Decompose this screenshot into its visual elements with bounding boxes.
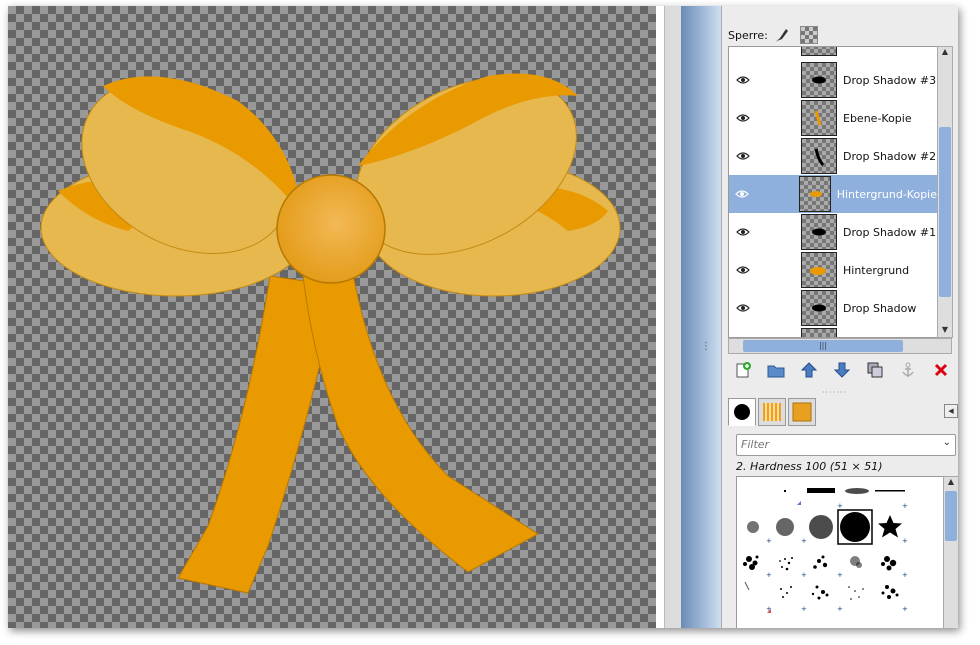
- scroll-up-icon[interactable]: ▲: [944, 477, 958, 489]
- layer-thumbnail: [801, 100, 837, 136]
- layer-thumbnail: [801, 62, 837, 98]
- eye-icon[interactable]: [735, 151, 751, 161]
- layer-thumbnail: [801, 252, 837, 288]
- layer-row[interactable]: Hintergrund-Kopie: [729, 175, 937, 213]
- layers-vertical-scrollbar[interactable]: ▲ ▼: [937, 46, 953, 338]
- scroll-thumb[interactable]: [939, 127, 951, 297]
- lower-layer-icon[interactable]: [831, 359, 853, 381]
- layer-name: Drop Shadow #1: [843, 225, 937, 239]
- canvas-border: [656, 6, 664, 628]
- eye-icon[interactable]: [735, 189, 749, 199]
- tab-patterns[interactable]: [758, 398, 786, 426]
- eye-icon[interactable]: [735, 303, 751, 313]
- svg-text:+: +: [801, 537, 807, 545]
- new-group-icon[interactable]: [765, 359, 787, 381]
- brush-filter-field[interactable]: ⌄: [736, 434, 956, 456]
- svg-text:+: +: [801, 605, 807, 613]
- layers-list[interactable]: Drop Shadow #3 Ebene-Kopie Drop Shadow #2 H…: [728, 46, 938, 338]
- brush-tabs: [728, 398, 818, 426]
- layer-row[interactable]: Hintergrund: [729, 251, 937, 289]
- svg-text:+: +: [837, 571, 843, 579]
- panel-menu-icon[interactable]: ◀: [944, 404, 958, 418]
- lock-pixels-icon[interactable]: [774, 27, 790, 43]
- new-layer-icon[interactable]: [732, 359, 754, 381]
- layer-row-partial[interactable]: [729, 327, 937, 337]
- canvas-vertical-scrollbar[interactable]: [664, 6, 682, 628]
- right-dock: Sperre: Drop Shadow #3 Ebene-Kopie Drop Sh…: [721, 6, 958, 628]
- layer-row[interactable]: Ebene-Kopie: [729, 99, 937, 137]
- eye-icon[interactable]: [735, 75, 751, 85]
- screenshot-frame: ⋮ Sperre: Drop Shadow #3 Ebene-Kopie Drop …: [8, 6, 958, 628]
- layer-thumbnail: [801, 290, 837, 326]
- layer-thumbnail: [801, 47, 837, 56]
- layer-name: Drop Shadow #2: [843, 149, 937, 163]
- chevron-down-icon[interactable]: ⌄: [943, 437, 951, 448]
- svg-text:+: +: [766, 571, 772, 579]
- lock-alpha-icon[interactable]: [799, 26, 818, 44]
- hscroll-thumb[interactable]: |||: [743, 340, 903, 352]
- layer-name: Hintergrund: [843, 263, 910, 277]
- layers-horizontal-scrollbar[interactable]: |||: [728, 338, 952, 354]
- panel-separator[interactable]: ·······: [822, 388, 847, 397]
- scroll-down-icon[interactable]: ▼: [938, 325, 952, 337]
- brush-vertical-scrollbar[interactable]: ▲: [943, 476, 958, 628]
- selected-brush-name: 2. Hardness 100 (51 × 51): [736, 460, 883, 473]
- layer-thumbnail: [801, 214, 837, 250]
- svg-text:+: +: [766, 537, 772, 545]
- bow-image: [40, 73, 621, 594]
- svg-text:+: +: [902, 502, 908, 510]
- svg-text:+: +: [801, 571, 807, 579]
- layer-name: Ebene-Kopie: [843, 111, 912, 125]
- layer-row[interactable]: Drop Shadow #1: [729, 213, 937, 251]
- svg-text:+: +: [902, 571, 908, 579]
- svg-text:+: +: [902, 605, 908, 613]
- layer-row[interactable]: Drop Shadow #3: [729, 61, 937, 99]
- scroll-up-icon[interactable]: ▲: [938, 47, 952, 59]
- lock-label: Sperre:: [728, 28, 768, 42]
- layer-thumbnail: [799, 176, 831, 212]
- layer-row-partial[interactable]: [729, 47, 937, 57]
- eye-icon[interactable]: [735, 227, 751, 237]
- layer-thumbnail: [801, 138, 837, 174]
- lock-row: Sperre:: [728, 24, 828, 46]
- tab-gradients[interactable]: [788, 398, 816, 426]
- layer-name: Hintergrund-Kopie: [836, 187, 937, 201]
- raise-layer-icon[interactable]: [798, 359, 820, 381]
- layer-thumbnail: [801, 328, 837, 337]
- tab-brushes[interactable]: [728, 398, 756, 426]
- svg-text:+: +: [837, 502, 843, 510]
- svg-text:+: +: [902, 537, 908, 545]
- svg-text:+: +: [837, 605, 843, 613]
- anchor-icon[interactable]: [897, 359, 919, 381]
- duplicate-layer-icon[interactable]: [864, 359, 886, 381]
- eye-icon[interactable]: [735, 113, 751, 123]
- brush-grid[interactable]: + + + + + + + + + + + + +: [736, 476, 944, 628]
- sash-grip-icon[interactable]: ⋮: [701, 341, 711, 352]
- brush-filter-input[interactable]: [737, 435, 935, 453]
- eye-icon[interactable]: [735, 265, 751, 275]
- image-canvas[interactable]: [8, 6, 656, 628]
- scroll-thumb[interactable]: [945, 491, 957, 541]
- layer-row[interactable]: Drop Shadow: [729, 289, 937, 327]
- layer-button-bar: [732, 358, 952, 382]
- layer-name: Drop Shadow: [843, 301, 917, 315]
- delete-layer-icon[interactable]: [930, 359, 952, 381]
- layer-name: Drop Shadow #3: [843, 73, 937, 87]
- layer-row[interactable]: Drop Shadow #2: [729, 137, 937, 175]
- dock-sash[interactable]: ⋮: [681, 6, 721, 628]
